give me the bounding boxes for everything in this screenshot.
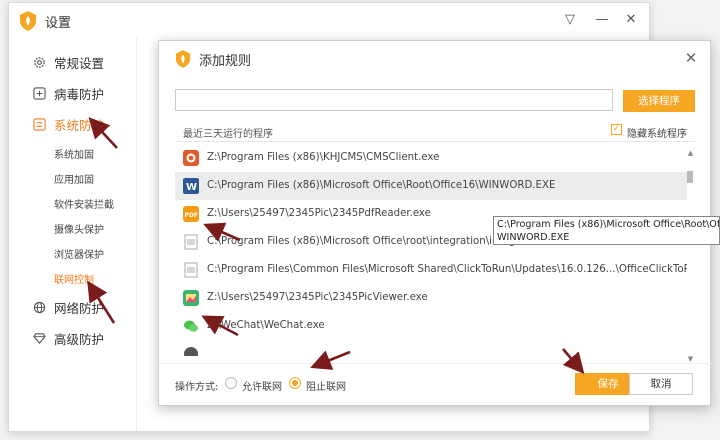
scroll-thumb[interactable]	[687, 171, 693, 183]
svg-text:W: W	[186, 182, 197, 193]
subitem-app-hardening[interactable]: 应用加固	[54, 171, 94, 186]
block-network-label[interactable]: 阻止联网	[306, 378, 346, 393]
program-list: Z:\Program Files (x86)\KHJCMS\CMSClient.…	[175, 142, 687, 356]
sidebar-item-advanced[interactable]: 高级防护	[33, 329, 104, 348]
sidebar-item-label: 常规设置	[54, 56, 105, 71]
pic-viewer-icon	[183, 290, 199, 306]
block-network-radio[interactable]	[289, 377, 301, 389]
program-path: C:\Program Files\Common Files\Microsoft …	[207, 264, 687, 275]
camera-app-icon	[183, 150, 199, 166]
dialog-title: 添加规则	[199, 54, 252, 69]
tooltip-line: C:\Program Files (x86)\Microsoft Office\…	[497, 219, 720, 230]
select-program-button[interactable]: 选择程序	[623, 90, 695, 112]
divider	[159, 363, 712, 364]
sidebar-item-label: 系统防护	[54, 118, 105, 133]
sidebar-item-general[interactable]: 常规设置	[33, 53, 104, 72]
cancel-button[interactable]: 取消	[629, 373, 693, 395]
menu-dropdown-icon[interactable]: ▽	[560, 10, 580, 30]
system-icon	[33, 118, 46, 131]
hide-system-label[interactable]: 隐藏系统程序	[627, 125, 687, 140]
dialog-close-button[interactable]: ✕	[680, 47, 702, 69]
scroll-down-icon[interactable]: ▼	[686, 355, 695, 363]
sidebar-item-network[interactable]: 网络防护	[33, 298, 104, 317]
subitem-install-block[interactable]: 软件安装拦截	[54, 196, 114, 211]
diamond-icon	[33, 333, 46, 344]
file-icon	[184, 262, 198, 278]
sidebar-item-label: 高级防护	[54, 332, 105, 347]
recent-programs-label: 最近三天运行的程序	[183, 129, 273, 140]
app-icon	[184, 347, 198, 356]
window-title: 设置	[45, 16, 72, 31]
list-item[interactable]: W C:\Program Files (x86)\Microsoft Offic…	[175, 172, 687, 200]
subitem-camera-protect[interactable]: 摄像头保护	[54, 221, 104, 236]
allow-network-label[interactable]: 允许联网	[242, 378, 282, 393]
scroll-up-icon[interactable]: ▲	[686, 149, 695, 157]
list-item[interactable]	[175, 340, 687, 356]
list-scrollbar[interactable]: ▲ ▼	[686, 149, 695, 363]
program-path-input[interactable]	[175, 89, 613, 111]
tooltip-line: WINWORD.EXE	[497, 232, 570, 243]
plus-square-icon	[33, 87, 46, 100]
file-icon	[184, 234, 198, 250]
allow-network-radio[interactable]	[225, 377, 237, 389]
operation-label: 操作方式:	[175, 382, 219, 393]
list-item[interactable]: C:\Program Files\Common Files\Microsoft …	[175, 256, 687, 284]
minimize-button[interactable]: —	[592, 10, 612, 30]
program-path: Z:\Program Files (x86)\KHJCMS\CMSClient.…	[207, 152, 440, 163]
list-item[interactable]: Z:\Program Files (x86)\KHJCMS\CMSClient.…	[175, 144, 687, 172]
program-path: Z:\Users\25497\2345Pic\2345PdfReader.exe	[207, 208, 431, 219]
subitem-system-hardening[interactable]: 系统加固	[54, 146, 94, 161]
title-bar: 设置 ▽ — ✕	[9, 3, 649, 37]
globe-icon	[33, 301, 46, 314]
sidebar-item-virus[interactable]: 病毒防护	[33, 84, 104, 103]
path-tooltip: C:\Program Files (x86)\Microsoft Office\…	[493, 216, 720, 245]
shield-logo-icon	[20, 11, 36, 31]
sidebar-item-system[interactable]: 系统防护	[33, 115, 104, 134]
list-item[interactable]: Z:\Users\25497\2345Pic\2345PicViewer.exe	[175, 284, 687, 312]
subitem-network-control[interactable]: 联网控制	[54, 271, 94, 286]
sidebar-item-label: 网络防护	[54, 301, 105, 316]
pdf-icon: PDF	[183, 206, 199, 222]
gear-icon	[34, 57, 45, 68]
svg-text:PDF: PDF	[185, 212, 198, 219]
list-item[interactable]: Z:\WeChat\WeChat.exe	[175, 312, 687, 340]
program-path: Z:\WeChat\WeChat.exe	[207, 320, 325, 331]
sidebar-item-label: 病毒防护	[54, 87, 105, 102]
wechat-icon	[184, 320, 198, 332]
subitem-browser-protect[interactable]: 浏览器保护	[54, 246, 104, 261]
sidebar: 常规设置 病毒防护 系统防护 系统加固 应用加固 软件安装拦截 摄像头保护 浏览…	[9, 37, 137, 431]
hide-system-checkbox[interactable]: ✓	[611, 124, 622, 135]
program-path: Z:\Users\25497\2345Pic\2345PicViewer.exe	[207, 292, 428, 303]
shield-logo-icon	[175, 50, 191, 68]
program-path: C:\Program Files (x86)\Microsoft Office\…	[207, 180, 556, 191]
close-button[interactable]: ✕	[621, 10, 641, 30]
word-icon: W	[183, 178, 199, 194]
